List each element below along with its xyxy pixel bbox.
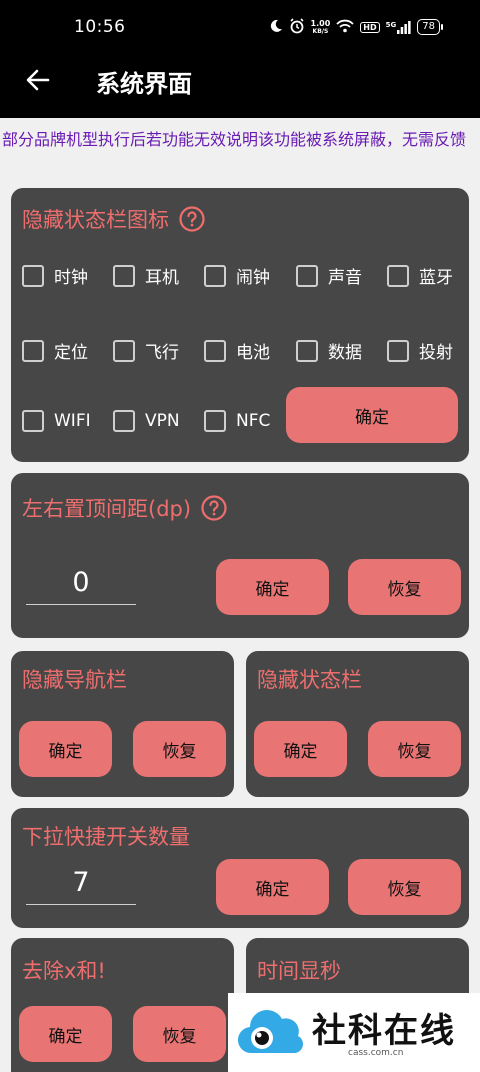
checkbox-label: 数据 [328,343,362,363]
status-time: 10:56 [74,17,126,37]
padding-card: 左右置顶间距(dp) 0 确定 恢复 [11,473,469,638]
card-title-text: 时间显秒 [257,959,341,983]
checkbox-location[interactable]: 定位 [22,338,88,363]
checkbox-battery[interactable]: 电池 [204,338,270,363]
checkbox-headset[interactable]: 耳机 [113,263,179,288]
watermark: 社科在线 cass.com.cn [228,993,480,1072]
checkbox-vpn[interactable]: VPN [113,410,180,432]
checkbox-label: WIFI [54,411,91,431]
card-title-text: 隐藏导航栏 [22,668,127,692]
card-title-text: 左右置顶间距(dp) [22,497,192,521]
checkbox-label: NFC [236,411,271,431]
padding-input[interactable]: 0 [26,561,136,605]
checkbox-wifi[interactable]: WIFI [22,410,91,432]
quick-tiles-confirm-button[interactable]: 确定 [216,859,329,915]
card-title-show-seconds: 时间显秒 [257,955,341,985]
net-speed-unit: KB/S [312,28,329,35]
checkbox-label: 耳机 [145,268,179,288]
remove-x-confirm-button[interactable]: 确定 [19,1006,112,1062]
checkbox-airplane[interactable]: 飞行 [113,338,179,363]
checkbox-box[interactable] [296,339,318,362]
help-icon[interactable] [201,495,227,521]
checkbox-box[interactable] [113,339,135,362]
checkbox-nfc[interactable]: NFC [204,410,270,432]
checkbox-label: 电池 [236,343,270,363]
dnd-moon-icon [269,19,283,36]
page-title: 系统界面 [96,70,192,98]
checkbox-box[interactable] [113,410,135,432]
checkbox-box[interactable] [22,339,44,362]
quick-tiles-input[interactable]: 7 [26,861,136,905]
checkbox-label: VPN [145,411,180,431]
padding-confirm-button[interactable]: 确定 [216,559,329,615]
card-title-text: 隐藏状态栏 [257,668,362,692]
checkbox-box[interactable] [204,339,226,362]
signal-icon: 5G [385,20,412,34]
battery-icon: 78 [417,19,443,35]
checkbox-data[interactable]: 数据 [296,338,362,363]
card-title-text: 隐藏状态栏图标 [22,208,169,232]
checkbox-box[interactable] [113,264,135,287]
checkbox-label: 飞行 [145,343,179,363]
card-title-text: 下拉快捷开关数量 [22,825,190,849]
checkbox-box[interactable] [204,264,226,287]
checkbox-label: 时钟 [54,268,88,288]
card-title-hide-status: 隐藏状态栏 [257,664,362,694]
checkbox-box[interactable] [22,264,44,287]
status-icons: 1.00 KB/S HD 5G 78 [269,16,443,38]
remove-x-card: 去除x和! 确定 恢复 [11,938,234,1072]
card-title-remove-x: 去除x和! [22,955,106,985]
checkbox-box[interactable] [296,264,318,287]
hide-status-restore-button[interactable]: 恢复 [368,721,461,777]
hide-nav-card: 隐藏导航栏 确定 恢复 [11,651,234,797]
wifi-icon [336,19,354,36]
hide-status-card: 隐藏状态栏 确定 恢复 [246,651,469,797]
status-bar: 10:56 1.00 KB/S HD 5G 78 [0,0,480,42]
quick-tiles-restore-button[interactable]: 恢复 [348,859,461,915]
hide-status-icons-confirm-button[interactable]: 确定 [286,387,458,443]
card-title-hide-status-icons: 隐藏状态栏图标 [22,204,205,234]
checkbox-label: 声音 [328,268,362,288]
cloud-logo-icon [236,1005,306,1060]
checkbox-box[interactable] [204,410,226,432]
checkbox-bluetooth[interactable]: 蓝牙 [387,263,453,288]
checkbox-sound[interactable]: 声音 [296,263,362,288]
alarm-icon [289,17,305,37]
checkbox-cast[interactable]: 投射 [387,338,453,363]
watermark-domain: cass.com.cn [348,1048,404,1058]
remove-x-restore-button[interactable]: 恢复 [133,1006,226,1062]
back-arrow-icon[interactable] [24,66,52,94]
card-title-text: 去除x和! [22,959,106,983]
card-title-padding: 左右置顶间距(dp) [22,493,227,523]
padding-restore-button[interactable]: 恢复 [348,559,461,615]
checkbox-label: 闹钟 [236,268,270,288]
app-bar: 系统界面 [0,42,480,118]
checkbox-label: 定位 [54,343,88,363]
checkbox-box[interactable] [387,264,409,287]
hd-badge: HD [360,21,380,33]
net-speed: 1.00 KB/S [311,19,331,35]
checkbox-label: 蓝牙 [419,268,453,288]
card-title-hide-nav: 隐藏导航栏 [22,664,127,694]
hide-nav-restore-button[interactable]: 恢复 [133,721,226,777]
hide-status-confirm-button[interactable]: 确定 [254,721,347,777]
checkbox-label: 投射 [419,343,453,363]
checkbox-alarm[interactable]: 闹钟 [204,263,270,288]
hide-status-icons-card: 隐藏状态栏图标 时钟 耳机 闹钟 声音 蓝牙 定位 飞行 电池 数据 投射 WI… [11,188,469,462]
net-speed-value: 1.00 [310,19,331,28]
checkbox-box[interactable] [387,339,409,362]
notice-text: 部分品牌机型执行后若功能无效说明该功能被系统屏蔽，无需反馈 [2,130,467,149]
help-icon[interactable] [179,206,205,232]
checkbox-clock[interactable]: 时钟 [22,263,88,288]
hide-nav-confirm-button[interactable]: 确定 [19,721,112,777]
signal-label: 5G [385,20,397,29]
card-title-quick-tiles: 下拉快捷开关数量 [22,821,190,851]
checkbox-box[interactable] [22,410,44,432]
watermark-brand: 社科在线 [312,1011,456,1051]
quick-tiles-card: 下拉快捷开关数量 7 确定 恢复 [11,808,469,928]
